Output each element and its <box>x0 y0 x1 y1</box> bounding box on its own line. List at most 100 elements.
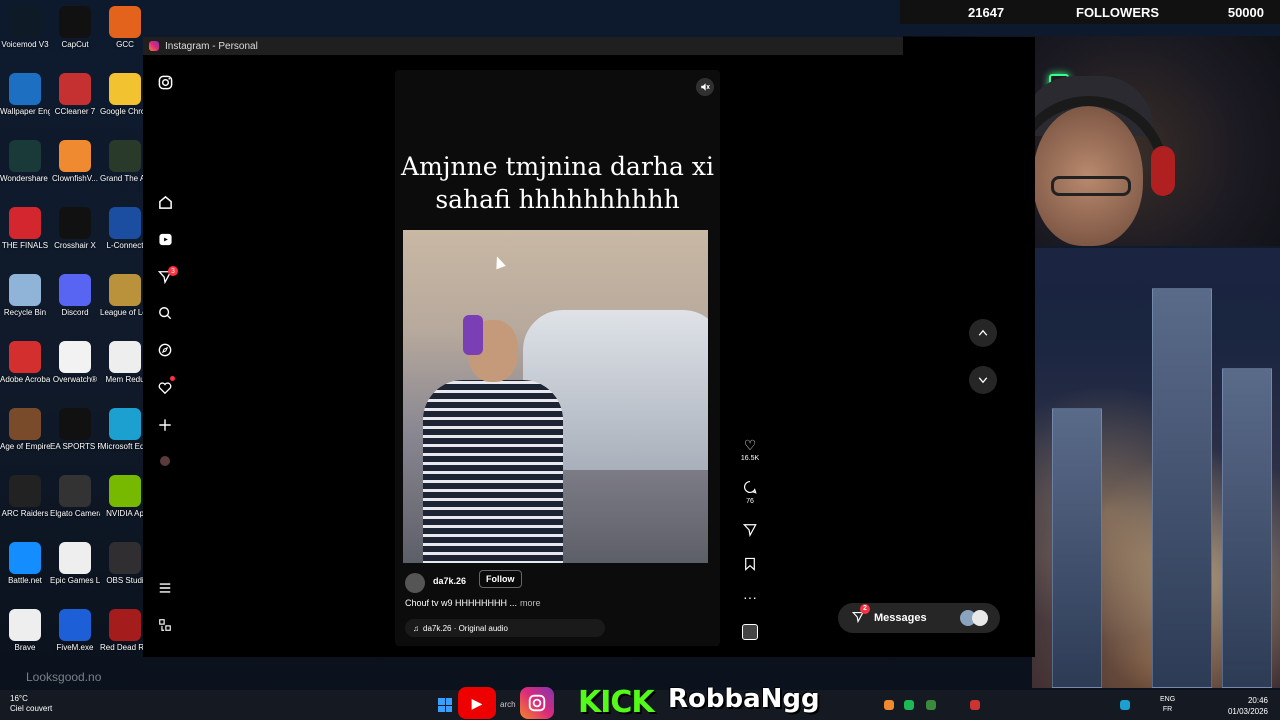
save-button[interactable] <box>738 557 762 574</box>
mute-icon[interactable] <box>696 78 714 96</box>
battlenet-icon <box>9 542 41 574</box>
followers-current: 21647 <box>968 4 1005 20</box>
more-options-icon[interactable]: ··· <box>738 589 762 605</box>
heart-icon: ♡ <box>743 437 757 453</box>
desktop-icon[interactable]: ARC Raiders <box>0 475 50 519</box>
start-button-icon[interactable] <box>438 698 452 712</box>
caption-line: sahafi hhhhhhhhhh <box>435 185 680 214</box>
comment-icon <box>744 480 757 494</box>
heart-notifications-icon[interactable] <box>155 378 175 398</box>
temperature: 16°C <box>10 694 28 703</box>
desktop-icon[interactable]: Brave <box>0 609 50 653</box>
instagram-logo-icon[interactable] <box>155 72 175 92</box>
tray-app-icon[interactable] <box>926 700 936 710</box>
followers-label: FOLLOWERS <box>1076 4 1160 20</box>
chevron-up-icon <box>978 329 988 336</box>
desktop-icon[interactable]: ClownfishV... <box>50 140 100 184</box>
next-reel-button[interactable] <box>969 366 997 394</box>
desktop-icon-label: Wondershare Filmora 15 <box>0 174 50 183</box>
desktop-icon-label: Brave <box>14 643 36 652</box>
kick-logo: KICK <box>578 685 655 720</box>
lang-region: FR <box>1162 706 1173 713</box>
comment-button[interactable]: 76 <box>738 480 762 505</box>
desktop-icon[interactable]: Age of Empires <box>0 408 50 452</box>
taskbar-clock[interactable]: 20:46 01/03/2026 <box>1228 695 1268 717</box>
tray-app-icon[interactable] <box>1120 700 1130 710</box>
desktop-icon-label: CCleaner 7 <box>54 107 96 116</box>
home-icon[interactable] <box>155 192 175 212</box>
create-plus-icon[interactable] <box>155 415 175 435</box>
explore-icon[interactable] <box>155 340 175 360</box>
desktop-icon-label: Voicemod V3 <box>1 40 49 49</box>
audio-thumbnail[interactable] <box>738 624 762 640</box>
glasses <box>1051 176 1131 196</box>
fivem-icon <box>59 609 91 641</box>
also-from-meta-icon[interactable] <box>155 615 175 635</box>
followers-goal-bar: 21647 FOLLOWERS 50000 <box>900 0 1280 24</box>
reel-player[interactable]: Amjnne tmjnina darha xi sahafi hhhhhhhhh… <box>395 70 720 646</box>
share-icon <box>742 524 757 538</box>
desktop-icon[interactable]: Wallpaper Engine <box>0 73 50 117</box>
desktop-icon[interactable]: CCleaner 7 <box>50 73 100 117</box>
desktop-icon[interactable]: Elgato Camera Hub <box>50 475 100 519</box>
previous-reel-button[interactable] <box>969 319 997 347</box>
desktop-icon[interactable]: Battle.net <box>0 542 50 586</box>
desktop-icon[interactable]: Adobe Acrobat <box>0 341 50 385</box>
instagram-logo-overlay-icon <box>520 687 554 719</box>
author-username[interactable]: da7k.26 <box>433 576 466 586</box>
like-button[interactable]: ♡ 16.5K <box>738 437 762 462</box>
desktop-icon[interactable]: Wondershare Filmora 15 <box>0 140 50 184</box>
reel-caption-overlay: Amjnne tmjnina darha xi sahafi hhhhhhhhh… <box>395 150 720 216</box>
reel-meta: da7k.26 Follow Chouf tv w9 HHHHHHHH ... m… <box>395 570 720 646</box>
chevron-down-icon <box>978 377 988 384</box>
desktop-icon[interactable]: Discord <box>50 274 100 318</box>
overwatch-icon <box>59 341 91 373</box>
tray-app-icon[interactable] <box>970 700 980 710</box>
taskbar-search[interactable]: arch <box>500 700 516 709</box>
weather-widget[interactable]: 16°C Ciel couvert <box>10 694 52 714</box>
audio-pill[interactable]: ♫ da7k.26 · Original audio <box>405 619 605 637</box>
window-titlebar[interactable]: Instagram - Personal <box>143 37 903 55</box>
reels-icon[interactable] <box>155 229 175 249</box>
chrome-icon <box>109 73 141 105</box>
recycle-bin-icon <box>9 274 41 306</box>
bookmark-icon <box>745 557 755 571</box>
desktop-icon[interactable]: Voicemod V3 <box>0 6 50 50</box>
profile-avatar-icon[interactable] <box>155 451 175 471</box>
desktop-icon[interactable]: CapCut <box>50 6 100 50</box>
city-wallpaper <box>1032 248 1280 688</box>
weather-desc: Ciel couvert <box>10 704 53 713</box>
like-count: 16.5K <box>740 455 760 462</box>
desktop-icon[interactable]: THE FINALS <box>0 207 50 251</box>
language-indicator[interactable]: ENG FR <box>1160 695 1175 715</box>
instagram-app-icon <box>149 41 159 51</box>
desktop-icon[interactable]: Crosshair X <box>50 207 100 251</box>
arc-raiders-icon <box>9 475 41 507</box>
reel-video-frame[interactable] <box>403 230 708 563</box>
filmora-icon <box>9 140 41 172</box>
audio-label: da7k.26 · Original audio <box>423 623 508 633</box>
discord-icon <box>59 274 91 306</box>
rdr-icon <box>109 609 141 641</box>
desktop-icon-label: Overwatch® <box>52 375 98 384</box>
desktop-icon[interactable]: EA SPORTS FC 26 <box>50 408 100 452</box>
clownfish-icon <box>59 140 91 172</box>
follow-button[interactable]: Follow <box>479 570 522 588</box>
desktop-icon[interactable]: Overwatch® <box>50 341 100 385</box>
desktop-icon-label: Crosshair X <box>54 241 96 250</box>
search-icon[interactable] <box>155 303 175 323</box>
messages-button[interactable]: 2 Messages <box>838 603 1000 633</box>
aoe-icon <box>9 408 41 440</box>
spotify-tray-icon[interactable] <box>904 700 914 710</box>
desktop-icon[interactable]: FiveM.exe <box>50 609 100 653</box>
tray-app-icon[interactable] <box>884 700 894 710</box>
desktop-icon[interactable]: Epic Games Launcher <box>50 542 100 586</box>
more-link[interactable]: more <box>520 598 541 608</box>
desktop-icon[interactable]: Recycle Bin <box>0 274 50 318</box>
date: 01/03/2026 <box>1227 707 1268 716</box>
author-avatar[interactable] <box>405 573 425 593</box>
share-button[interactable] <box>738 523 762 540</box>
gcc-icon <box>109 6 141 38</box>
messages-badge: 2 <box>860 603 870 614</box>
menu-icon[interactable] <box>155 578 175 598</box>
